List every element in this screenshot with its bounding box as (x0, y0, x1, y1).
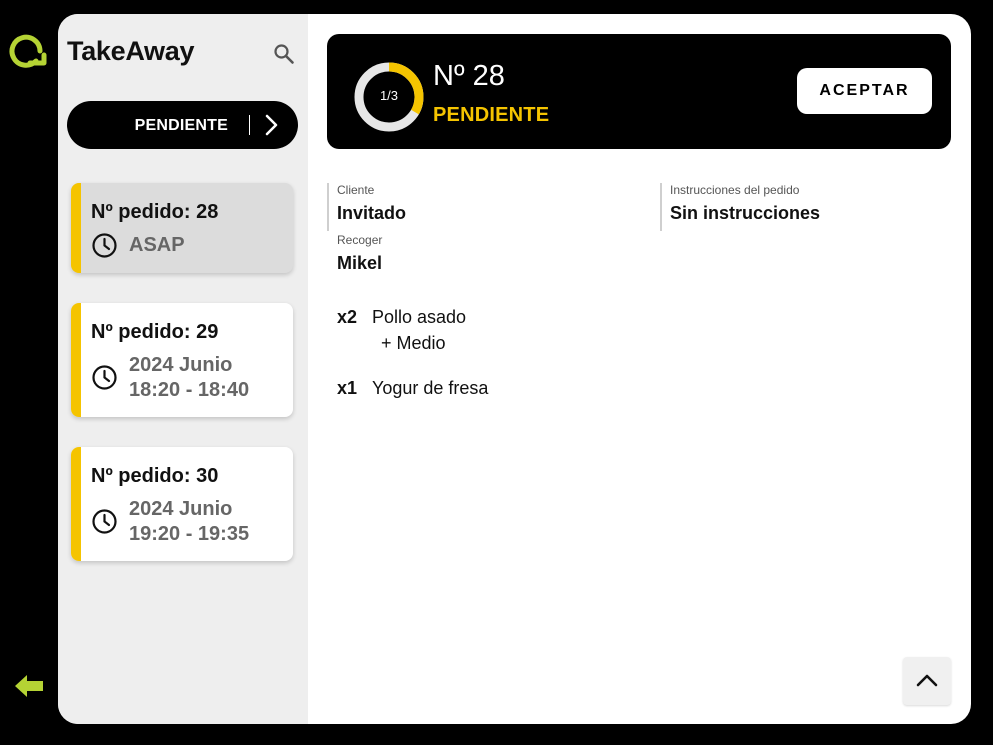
order-number-title: Nº 28 (433, 60, 505, 92)
app-logo-icon (9, 34, 47, 68)
order-number: Nº pedido: 28 (91, 201, 219, 223)
clock-icon (92, 365, 117, 390)
order-header: 1/3 Nº 28 PENDIENTE ACEPTAR (327, 34, 951, 149)
item-quantity: x2 (337, 307, 358, 327)
order-status-bar (71, 447, 81, 561)
pickup-label: Recoger (337, 233, 383, 247)
order-number: Nº pedido: 30 (91, 465, 219, 487)
chevron-right-icon (265, 114, 278, 136)
item-name: Yogur de fresa (372, 378, 489, 398)
order-status-bar (71, 303, 81, 417)
order-date: 2024 Junio (129, 354, 233, 376)
chevron-up-icon (916, 674, 938, 687)
status-filter-divider (249, 115, 250, 135)
back-arrow-icon[interactable] (13, 673, 45, 699)
accept-button[interactable]: ACEPTAR (797, 68, 932, 114)
client-field: Cliente Invitado (327, 183, 406, 231)
status-filter-label: PENDIENTE (134, 117, 228, 134)
clock-icon (92, 509, 117, 534)
order-status-bar (71, 183, 81, 273)
order-time-range: 19:20 - 19:35 (129, 523, 250, 545)
instructions-label: Instrucciones del pedido (670, 183, 800, 197)
client-value: Invitado (337, 203, 407, 223)
item-name: Pollo asado (372, 307, 467, 327)
client-label: Cliente (337, 183, 375, 197)
clock-icon (92, 233, 117, 258)
item-modifier: + Medio (381, 333, 446, 353)
order-item: x1 Yogur de fresa (337, 378, 488, 399)
order-time: ASAP (129, 234, 185, 256)
order-status: PENDIENTE (433, 104, 550, 126)
order-number: Nº pedido: 29 (91, 321, 219, 343)
pickup-field: Recoger Mikel (329, 233, 382, 274)
order-card-29[interactable]: Nº pedido: 29 2024 Junio 18:20 - 18:40 (71, 303, 293, 417)
search-icon[interactable] (273, 43, 295, 65)
pickup-value: Mikel (337, 253, 383, 273)
instructions-field: Instrucciones del pedido Sin instruccion… (660, 183, 820, 231)
order-time-range: 18:20 - 18:40 (129, 379, 250, 401)
item-quantity: x1 (337, 378, 358, 398)
orders-sidebar: TakeAway PENDIENTE Nº pedido: 28 ASAP Nº… (58, 14, 308, 724)
scroll-up-button[interactable] (903, 657, 951, 705)
order-card-28[interactable]: Nº pedido: 28 ASAP (71, 183, 293, 273)
progress-text: 1/3 (379, 88, 399, 103)
order-card-30[interactable]: Nº pedido: 30 2024 Junio 19:20 - 19:35 (71, 447, 293, 561)
instructions-value: Sin instrucciones (670, 203, 821, 223)
status-filter-button[interactable]: PENDIENTE (67, 101, 298, 149)
order-date: 2024 Junio (129, 498, 233, 520)
app-title: TakeAway (67, 36, 195, 66)
app-window: TakeAway PENDIENTE Nº pedido: 28 ASAP Nº… (58, 14, 971, 724)
order-item: x2 Pollo asado + Medio (337, 307, 467, 353)
